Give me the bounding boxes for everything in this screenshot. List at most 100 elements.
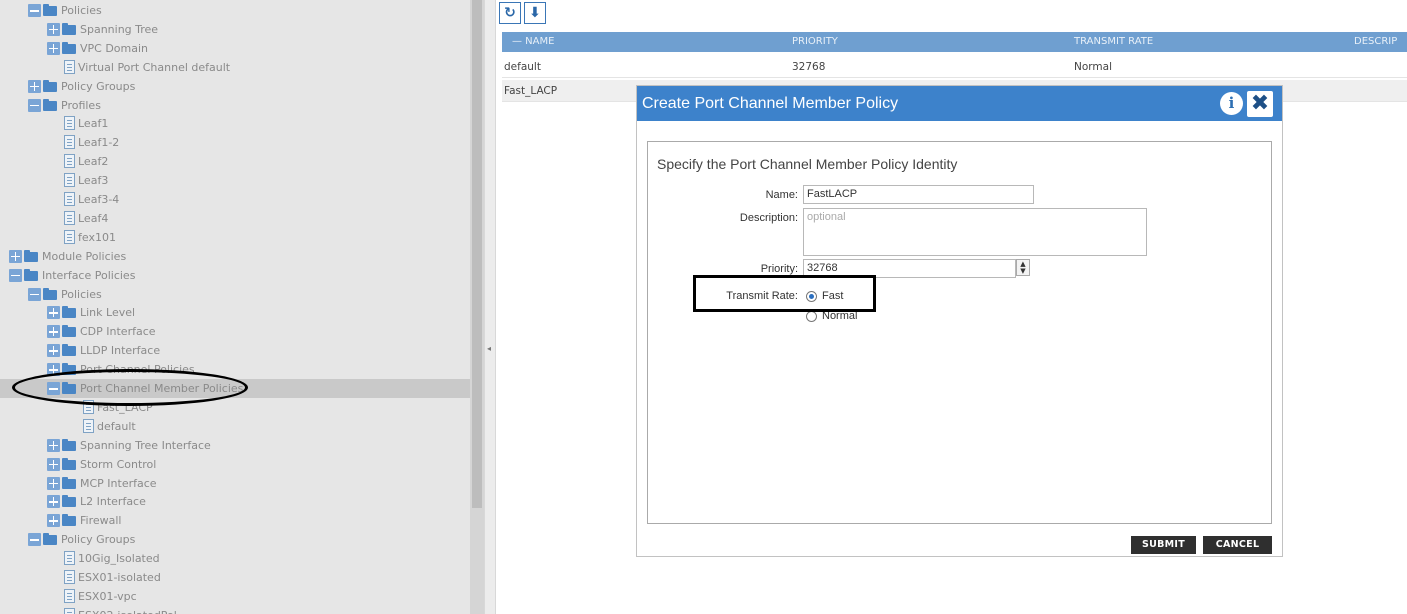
info-icon[interactable]: i <box>1220 92 1243 115</box>
expand-icon[interactable] <box>47 344 60 358</box>
document-icon <box>64 154 75 169</box>
expand-icon[interactable] <box>47 495 60 509</box>
tree-scrollbar-thumb[interactable] <box>472 0 482 508</box>
folder-icon <box>43 287 57 300</box>
tree-item-label: Leaf3 <box>78 174 109 188</box>
tree-item[interactable]: Firewall <box>0 511 470 530</box>
tree-item-label: Module Policies <box>42 249 127 263</box>
expand-icon[interactable] <box>47 41 60 55</box>
folder-icon <box>62 457 76 470</box>
tree-item-label: Leaf1 <box>78 117 109 131</box>
tree-item[interactable]: Policy Groups <box>0 530 470 549</box>
annotation-highlight-box <box>693 275 876 312</box>
tree-item-label: Policies <box>61 287 102 301</box>
tree-item[interactable]: Storm Control <box>0 455 470 474</box>
navigation-tree: Policies Spanning Tree VPC Domain Virtual P… <box>0 0 470 614</box>
expand-icon[interactable] <box>47 476 60 490</box>
folder-icon <box>62 22 76 35</box>
tree-item[interactable]: Spanning Tree Interface <box>0 436 470 455</box>
document-icon <box>64 135 75 150</box>
folder-icon <box>43 533 57 546</box>
form-heading: Specify the Port Channel Member Policy I… <box>657 156 958 172</box>
tree-item[interactable]: Link Level <box>0 303 470 322</box>
folder-icon <box>62 438 76 451</box>
expand-icon[interactable] <box>47 22 60 36</box>
row-transmit-rate: Normal <box>1074 61 1112 73</box>
download-icon[interactable]: ⬇ <box>524 2 546 24</box>
annotation-ellipse <box>12 369 248 406</box>
refresh-icon[interactable]: ↻ <box>499 2 521 24</box>
tree-item[interactable]: VPC Domain <box>0 39 470 58</box>
tree-item[interactable]: Policy Groups <box>0 77 470 96</box>
tree-item-label: 10Gig_Isolated <box>78 552 160 566</box>
collapse-icon[interactable] <box>28 98 41 112</box>
document-icon <box>64 229 75 244</box>
tree-item-label: Interface Policies <box>42 268 136 282</box>
column-header-priority[interactable]: PRIORITY <box>792 32 838 52</box>
tree-item[interactable]: default <box>0 417 470 436</box>
tree-item[interactable]: ESX01-vpc <box>0 587 470 606</box>
tree-item[interactable]: L2 Interface <box>0 492 470 511</box>
tree-item[interactable]: Policies <box>0 1 470 20</box>
description-label: Description: <box>739 212 798 224</box>
tree-item[interactable]: Leaf3-4 <box>0 190 470 209</box>
expand-icon[interactable] <box>47 514 60 528</box>
tree-item-label: CDP Interface <box>80 325 156 339</box>
tree-item[interactable]: Leaf1-2 <box>0 133 470 152</box>
tree-item[interactable]: Spanning Tree <box>0 20 470 39</box>
collapse-icon[interactable] <box>28 287 41 301</box>
tree-item[interactable]: Leaf1 <box>0 114 470 133</box>
expand-icon[interactable] <box>47 325 60 339</box>
tree-item[interactable]: 10Gig_Isolated <box>0 549 470 568</box>
cancel-button[interactable]: CANCEL <box>1203 536 1272 554</box>
tree-item[interactable]: CDP Interface <box>0 322 470 341</box>
tree-item[interactable]: Virtual Port Channel default <box>0 58 470 77</box>
tree-item[interactable]: Profiles <box>0 96 470 115</box>
collapse-arrow-icon[interactable]: ◂ <box>487 344 491 354</box>
folder-icon <box>62 306 76 319</box>
tree-scrollbar[interactable] <box>470 0 484 614</box>
expand-icon[interactable] <box>47 457 60 471</box>
panel-splitter[interactable]: ◂ <box>484 0 496 614</box>
tree-item[interactable]: MCP Interface <box>0 474 470 493</box>
expand-icon[interactable] <box>9 249 22 263</box>
table-row[interactable]: default 32768 Normal <box>502 56 1407 78</box>
column-header-description[interactable]: DESCRIP <box>1354 32 1397 52</box>
tree-item-label: LLDP Interface <box>80 344 161 358</box>
tree-item[interactable]: Policies <box>0 285 470 304</box>
tree-item[interactable]: Leaf3 <box>0 171 470 190</box>
tree-item[interactable]: ESX01-isolated <box>0 568 470 587</box>
normal-radio[interactable] <box>806 311 817 322</box>
name-label: Name: <box>765 189 798 201</box>
tree-item-label: Storm Control <box>80 457 157 471</box>
tree-item[interactable]: ESX02-isolatedPol <box>0 606 470 614</box>
description-input[interactable]: optional <box>803 208 1147 256</box>
column-header-transmit-rate[interactable]: TRANSMIT RATE <box>1074 32 1153 52</box>
expand-icon[interactable] <box>28 79 41 93</box>
expand-icon[interactable] <box>47 438 60 452</box>
close-icon[interactable]: ✖ <box>1247 91 1273 117</box>
create-policy-dialog: Create Port Channel Member Policy i ✖ Sp… <box>636 85 1283 557</box>
folder-icon <box>62 495 76 508</box>
row-priority: 32768 <box>792 61 826 73</box>
column-header-name[interactable]: — NAME <box>512 32 554 52</box>
document-icon <box>64 551 75 566</box>
collapse-icon[interactable] <box>9 268 22 282</box>
submit-button[interactable]: SUBMIT <box>1131 536 1196 554</box>
document-icon <box>64 607 75 614</box>
name-input[interactable]: FastLACP <box>803 185 1034 204</box>
collapse-icon[interactable] <box>28 4 41 17</box>
tree-item[interactable]: LLDP Interface <box>0 341 470 360</box>
tree-item[interactable]: fex101 <box>0 228 470 247</box>
tree-item[interactable]: Leaf2 <box>0 152 470 171</box>
dialog-header: Create Port Channel Member Policy i ✖ <box>637 86 1282 121</box>
document-icon <box>64 116 75 131</box>
priority-stepper[interactable]: ▲ ▼ <box>1016 259 1030 276</box>
tree-item[interactable]: Interface Policies <box>0 266 470 285</box>
collapse-icon[interactable] <box>28 533 41 547</box>
document-icon <box>83 418 94 433</box>
tree-item-label: L2 Interface <box>80 495 146 509</box>
expand-icon[interactable] <box>47 306 60 320</box>
tree-item[interactable]: Leaf4 <box>0 209 470 228</box>
tree-item[interactable]: Module Policies <box>0 247 470 266</box>
